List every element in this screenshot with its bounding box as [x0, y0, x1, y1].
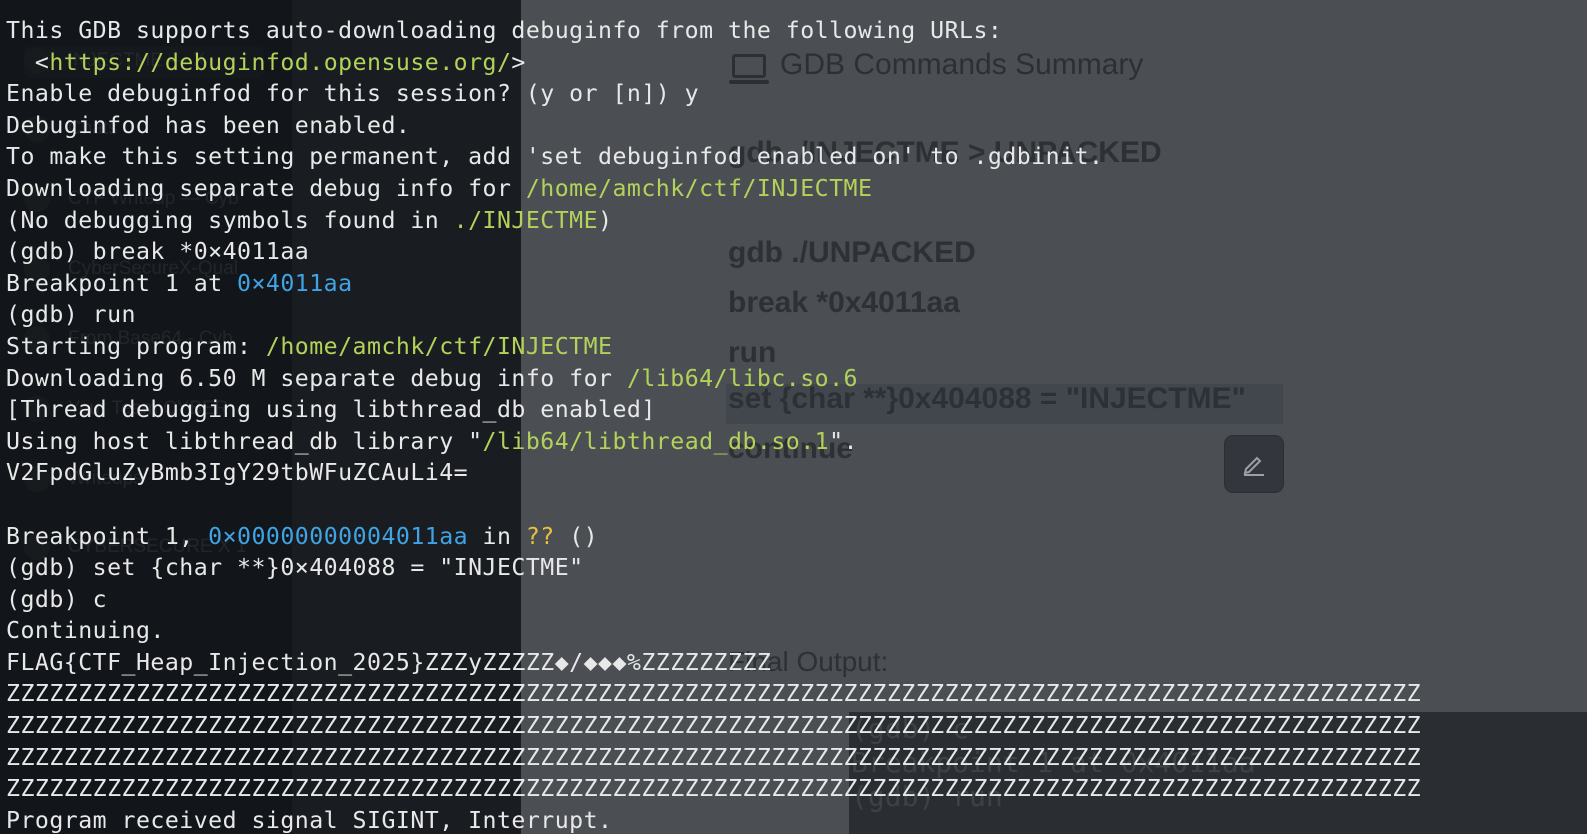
terminal-text: ./INJECTME	[453, 206, 599, 234]
terminal-text: ZZZZZZZZZZZZZZZZZZZZZZZZZZZZZZZZZZZZZZZZ…	[6, 680, 1422, 708]
terminal-line: Breakpoint 1, 0×00000000004011aa in ?? (…	[6, 521, 1587, 553]
terminal-text: /lib64/libc.so.6	[626, 364, 858, 392]
terminal-text: <	[6, 48, 50, 76]
terminal-text: Downloading separate debug info for	[6, 174, 526, 202]
terminal-text: ZZZZZZZZZZZZZZZZZZZZZZZZZZZZZZZZZZZZZZZZ…	[6, 775, 1422, 803]
terminal-text: This GDB supports auto-downloading debug…	[6, 17, 1003, 44]
terminal-line: Breakpoint 1 at 0×4011aa	[6, 268, 1587, 300]
terminal-text: (gdb) set {char **}0×404088 = "INJECTME"	[6, 554, 584, 582]
terminal-line: To make this setting permanent, add 'set…	[6, 141, 1587, 173]
terminal-text: ()	[554, 522, 599, 550]
terminal-text: /home/amchk/ctf/INJECTME	[265, 332, 613, 360]
terminal-text: in	[468, 522, 526, 550]
terminal-line: ZZZZZZZZZZZZZZZZZZZZZZZZZZZZZZZZZZZZZZZZ…	[6, 742, 1587, 774]
terminal-text: V2FpdGluZyBmb3IgY29tbWFuZCAuLi4=	[6, 459, 469, 487]
terminal-output[interactable]: This GDB supports auto-downloading debug…	[6, 15, 1587, 834]
terminal-text: (gdb) c	[6, 585, 108, 613]
terminal-line: (gdb) run	[6, 299, 1587, 331]
terminal-text: Enable debuginfod for this session? (y o…	[6, 80, 700, 108]
terminal-text: [Thread debugging using libthread_db ena…	[6, 396, 656, 424]
terminal-text: Starting program:	[6, 332, 266, 360]
terminal-text: 0×00000000004011aa	[208, 522, 469, 550]
terminal-text: )	[598, 206, 613, 234]
terminal-text: ??	[525, 522, 555, 550]
terminal-line: Downloading 6.50 M separate debug info f…	[6, 363, 1587, 395]
terminal-line: (No debugging symbols found in ./INJECTM…	[6, 205, 1587, 237]
terminal-text: Program received signal SIGINT, Interrup…	[6, 806, 613, 834]
terminal-line: ZZZZZZZZZZZZZZZZZZZZZZZZZZZZZZZZZZZZZZZZ…	[6, 710, 1587, 742]
terminal-line: ZZZZZZZZZZZZZZZZZZZZZZZZZZZZZZZZZZZZZZZZ…	[6, 773, 1587, 805]
terminal-text: ZZZZZZZZZZZZZZZZZZZZZZZZZZZZZZZZZZZZZZZZ…	[6, 712, 1422, 740]
terminal-text: (No debugging symbols found in	[6, 206, 454, 234]
terminal-text: /lib64/libthread_db.so.1	[482, 427, 830, 455]
terminal-text: Continuing.	[6, 617, 165, 645]
terminal-text: (gdb) run	[6, 301, 136, 329]
terminal-text: FLAG{CTF_Heap_Injection_2025}ZZZyZZZZZ◆/…	[6, 648, 772, 676]
terminal-line: (gdb) set {char **}0×404088 = "INJECTME"	[6, 552, 1587, 584]
terminal-text: Breakpoint 1 at	[6, 269, 238, 297]
terminal-line: Enable debuginfod for this session? (y o…	[6, 78, 1587, 110]
terminal-line: (gdb) c	[6, 584, 1587, 616]
terminal-text: (gdb) break *0×4011aa	[6, 238, 310, 266]
terminal-line: Downloading separate debug info for /hom…	[6, 173, 1587, 205]
terminal-line: Program received signal SIGINT, Interrup…	[6, 805, 1587, 834]
terminal-text: >	[511, 48, 526, 76]
terminal-line: V2FpdGluZyBmb3IgY29tbWFuZCAuLi4=	[6, 457, 1587, 489]
terminal-text: Breakpoint 1,	[6, 522, 209, 550]
terminal-text: https://debuginfod.opensuse.org/	[49, 48, 512, 76]
terminal-line: Continuing.	[6, 615, 1587, 647]
terminal-text: Debuginfod has been enabled.	[6, 111, 411, 139]
terminal-line: Using host libthread_db library "/lib64/…	[6, 426, 1587, 458]
terminal-line: FLAG{CTF_Heap_Injection_2025}ZZZyZZZZZ◆/…	[6, 647, 1587, 679]
terminal-line: (gdb) break *0×4011aa	[6, 236, 1587, 268]
terminal-line: This GDB supports auto-downloading debug…	[6, 15, 1587, 47]
terminal-text: 0×4011aa	[237, 269, 353, 297]
terminal-text: ZZZZZZZZZZZZZZZZZZZZZZZZZZZZZZZZZZZZZZZZ…	[6, 743, 1422, 771]
terminal-line: Debuginfod has been enabled.	[6, 110, 1587, 142]
terminal-text: Using host libthread_db library "	[6, 427, 483, 455]
terminal-window[interactable]: This GDB supports auto-downloading debug…	[0, 0, 1587, 834]
terminal-line: [Thread debugging using libthread_db ena…	[6, 394, 1587, 426]
terminal-line: <https://debuginfod.opensuse.org/>	[6, 47, 1587, 79]
terminal-text: /home/amchk/ctf/INJECTME	[525, 174, 873, 202]
terminal-text: Downloading 6.50 M separate debug info f…	[6, 364, 627, 392]
terminal-line: Starting program: /home/amchk/ctf/INJECT…	[6, 331, 1587, 363]
terminal-line: ZZZZZZZZZZZZZZZZZZZZZZZZZZZZZZZZZZZZZZZZ…	[6, 678, 1587, 710]
terminal-text: To make this setting permanent, add 'set…	[6, 143, 1104, 171]
terminal-text: ".	[829, 427, 858, 455]
